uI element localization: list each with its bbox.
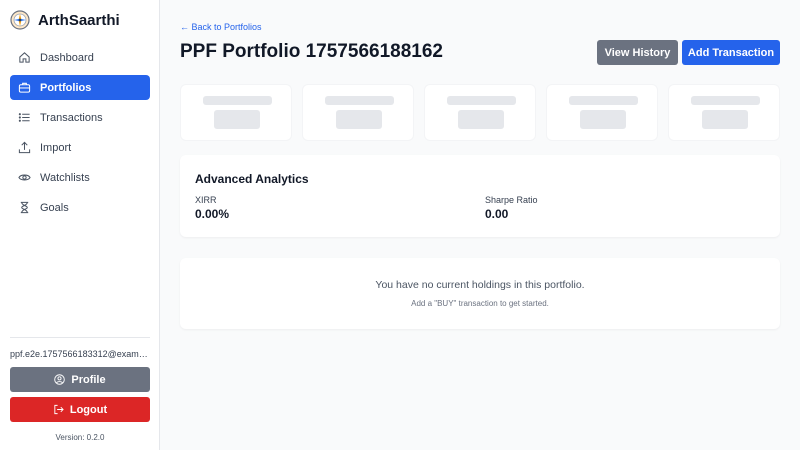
list-icon bbox=[18, 111, 31, 124]
brand[interactable]: ArthSaarthi bbox=[10, 9, 120, 31]
sidebar-item-label: Transactions bbox=[40, 111, 103, 124]
sidebar-item-portfolios[interactable]: Portfolios bbox=[10, 75, 150, 100]
profile-button[interactable]: Profile bbox=[10, 367, 150, 392]
skeleton-line bbox=[203, 96, 272, 105]
skeleton-line bbox=[569, 96, 638, 105]
compass-logo-icon bbox=[10, 10, 30, 30]
sidebar: ArthSaarthi Dashboard Portfolios Transac… bbox=[0, 0, 160, 450]
sidebar-nav: Dashboard Portfolios Transactions Import… bbox=[10, 45, 150, 225]
upload-icon bbox=[18, 141, 31, 154]
sidebar-item-transactions[interactable]: Transactions bbox=[10, 105, 150, 130]
logout-icon bbox=[53, 404, 64, 415]
skeleton-card bbox=[424, 84, 536, 141]
home-icon bbox=[18, 51, 31, 64]
skeleton-card bbox=[668, 84, 780, 141]
summary-cards-loading bbox=[180, 84, 780, 141]
skeleton-card bbox=[546, 84, 658, 141]
skeleton-line bbox=[447, 96, 516, 105]
sidebar-item-import[interactable]: Import bbox=[10, 135, 150, 160]
hourglass-icon bbox=[18, 201, 31, 214]
sidebar-item-label: Goals bbox=[40, 201, 69, 214]
skeleton-value bbox=[336, 110, 382, 129]
skeleton-value bbox=[214, 110, 260, 129]
sidebar-item-label: Dashboard bbox=[40, 51, 94, 64]
empty-holdings-hint: Add a "BUY" transaction to get started. bbox=[411, 299, 549, 308]
profile-button-label: Profile bbox=[71, 373, 106, 386]
sidebar-item-goals[interactable]: Goals bbox=[10, 195, 150, 220]
sidebar-item-label: Import bbox=[40, 141, 72, 154]
page-title: PPF Portfolio 1757566188162 bbox=[180, 41, 443, 62]
sidebar-footer: ppf.e2e.1757566183312@example.com Profil… bbox=[10, 337, 150, 442]
skeleton-card bbox=[302, 84, 414, 141]
eye-icon bbox=[18, 171, 31, 184]
skeleton-value bbox=[458, 110, 504, 129]
view-history-button[interactable]: View History bbox=[597, 40, 678, 65]
sharpe-ratio-label: Sharpe Ratio bbox=[485, 195, 538, 205]
logout-button[interactable]: Logout bbox=[10, 397, 150, 422]
skeleton-line bbox=[325, 96, 394, 105]
version-text: Version: 0.2.0 bbox=[55, 433, 105, 442]
sidebar-item-label: Portfolios bbox=[40, 81, 92, 94]
skeleton-value bbox=[702, 110, 748, 129]
sidebar-item-dashboard[interactable]: Dashboard bbox=[10, 45, 150, 70]
skeleton-value bbox=[580, 110, 626, 129]
xirr-value: 0.00% bbox=[195, 207, 230, 221]
user-email: ppf.e2e.1757566183312@example.com bbox=[10, 349, 150, 359]
app-name: ArthSaarthi bbox=[38, 11, 120, 29]
analytics-title: Advanced Analytics bbox=[195, 172, 309, 186]
sidebar-item-label: Watchlists bbox=[40, 171, 90, 184]
back-to-portfolios-link[interactable]: ← Back to Portfolios bbox=[180, 22, 262, 32]
empty-holdings-message: You have no current holdings in this por… bbox=[375, 279, 585, 291]
main-content: ← Back to Portfolios PPF Portfolio 17575… bbox=[160, 0, 800, 450]
user-circle-icon bbox=[54, 374, 66, 385]
sidebar-item-watchlists[interactable]: Watchlists bbox=[10, 165, 150, 190]
advanced-analytics-card: Advanced Analytics XIRR 0.00% Sharpe Rat… bbox=[180, 155, 780, 237]
briefcase-icon bbox=[18, 81, 31, 94]
add-transaction-button[interactable]: Add Transaction bbox=[682, 40, 780, 65]
xirr-label: XIRR bbox=[195, 195, 217, 205]
holdings-empty-state: You have no current holdings in this por… bbox=[180, 258, 780, 329]
logout-button-label: Logout bbox=[69, 403, 108, 416]
skeleton-line bbox=[691, 96, 760, 105]
skeleton-card bbox=[180, 84, 292, 141]
sharpe-ratio-value: 0.00 bbox=[485, 207, 509, 221]
